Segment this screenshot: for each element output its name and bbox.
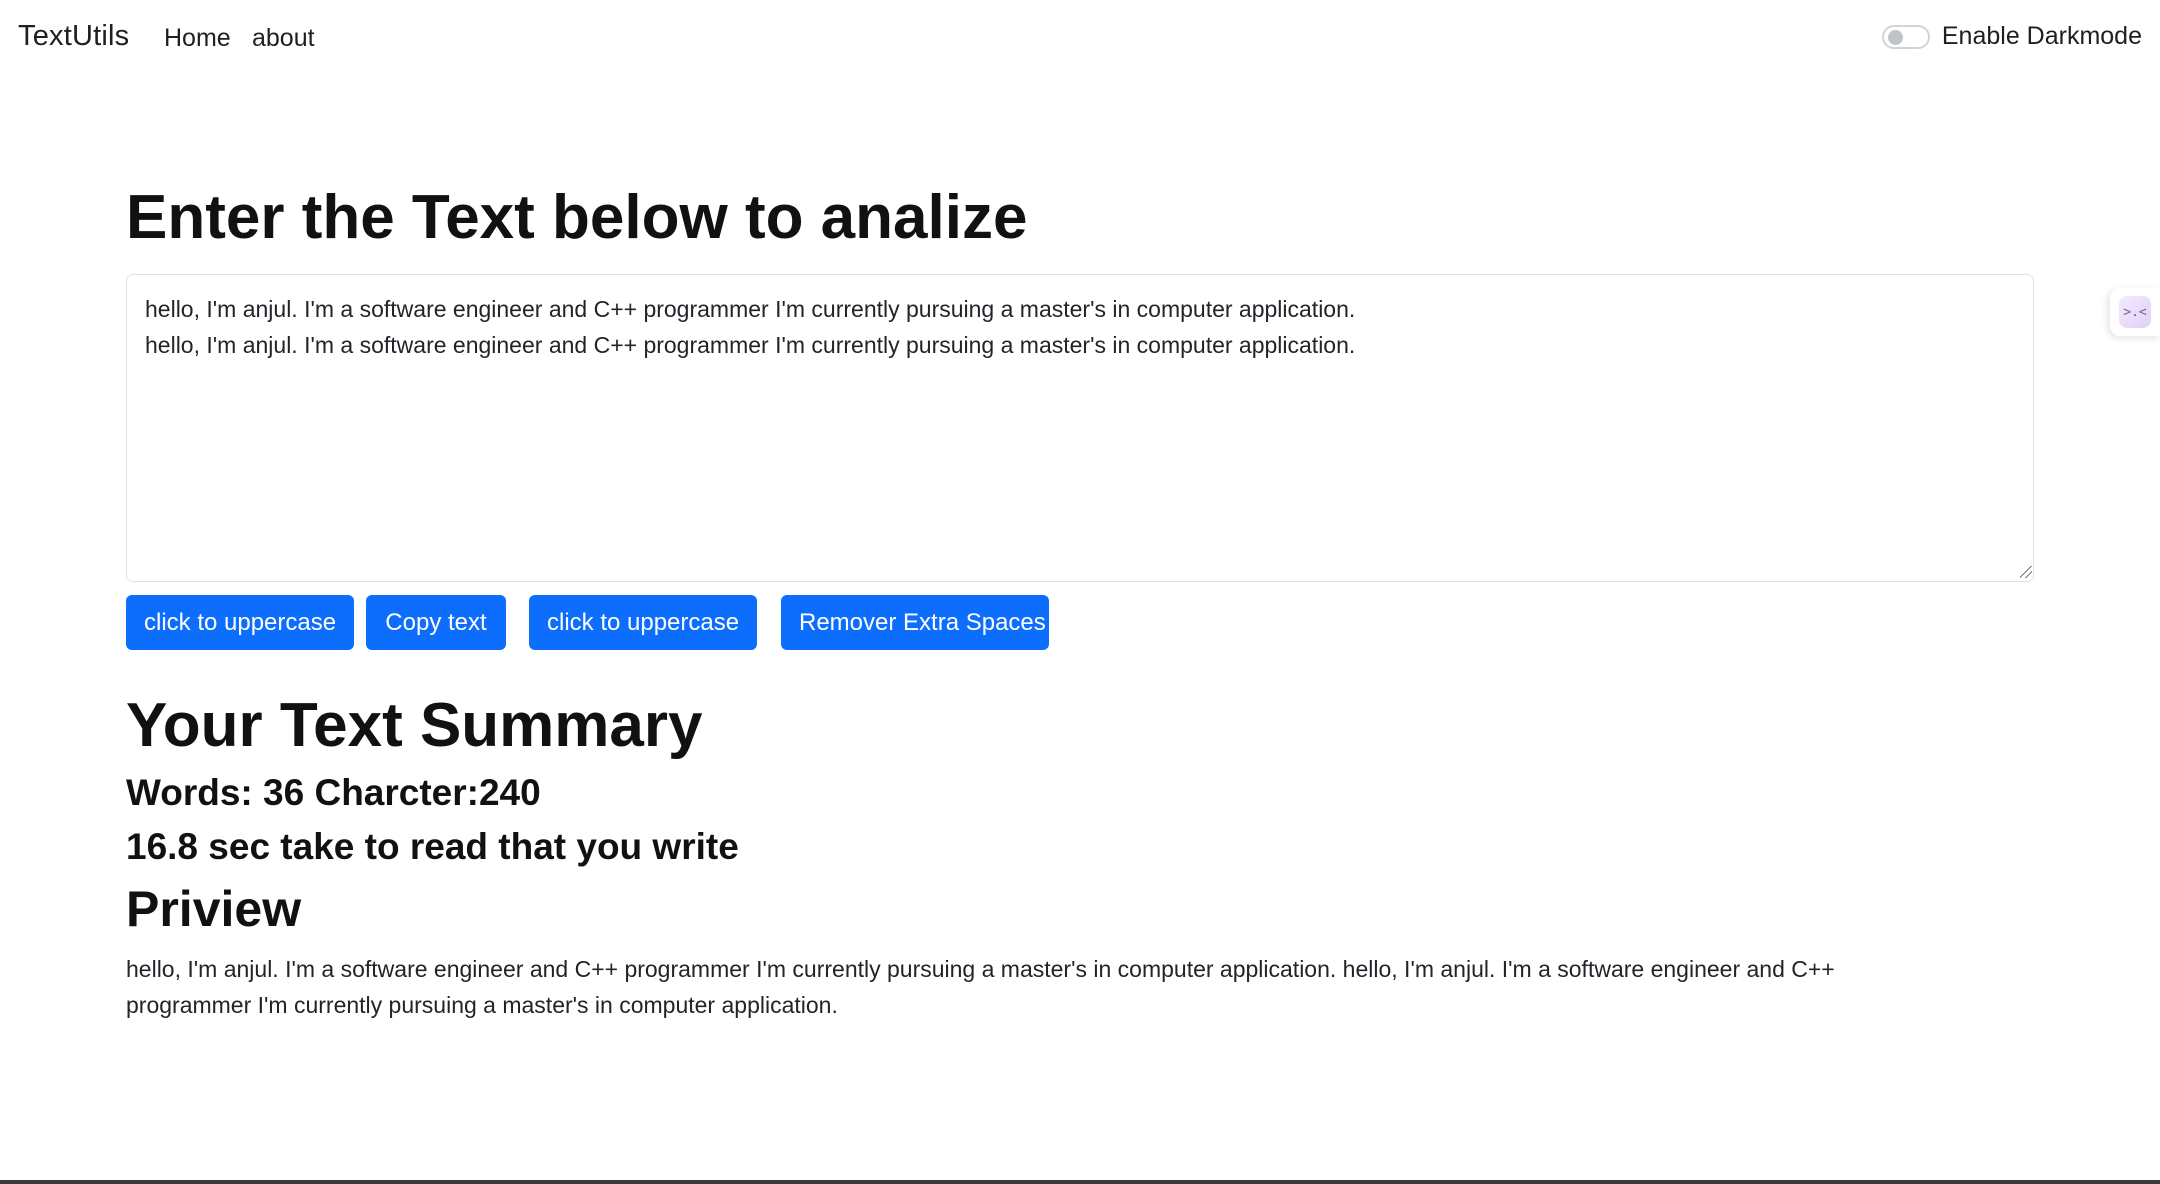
nav-home-link[interactable]: Home [164, 24, 231, 53]
preview-text: hello, I'm anjul. I'm a software enginee… [126, 956, 1835, 1018]
darkmode-label[interactable]: Enable Darkmode [1942, 22, 2142, 51]
word-char-count: Words: 36 Charcter:240 [126, 772, 541, 813]
summary-title: Your Text Summary [126, 691, 703, 760]
text-input-area[interactable]: hello, I'm anjul. I'm a software enginee… [126, 274, 2034, 582]
bottom-divider [0, 1180, 2160, 1184]
uppercase-button[interactable]: click to uppercase [126, 595, 354, 650]
brand-link[interactable]: TextUtils [18, 20, 129, 53]
resize-handle-icon[interactable] [2020, 566, 2032, 578]
preview-title: Priview [126, 881, 302, 937]
copy-text-button[interactable]: Copy text [366, 595, 506, 650]
darkmode-toggle[interactable] [1881, 24, 1930, 49]
assistant-face-icon: >.< [2119, 296, 2151, 328]
navbar: TextUtils Home about Enable Darkmode [0, 0, 2160, 80]
uppercase-button-2[interactable]: click to uppercase [529, 595, 757, 650]
darkmode-control: Enable Darkmode [1881, 22, 2142, 51]
read-time: 16.8 sec take to read that you write [126, 826, 739, 867]
page-title: Enter the Text below to analize [126, 183, 1028, 252]
remove-extra-spaces-button[interactable]: Remover Extra Spaces [781, 595, 1049, 650]
nav-about-link[interactable]: about [252, 24, 315, 53]
assistant-widget[interactable]: >.< [2110, 288, 2160, 336]
toggle-knob [1887, 29, 1903, 45]
